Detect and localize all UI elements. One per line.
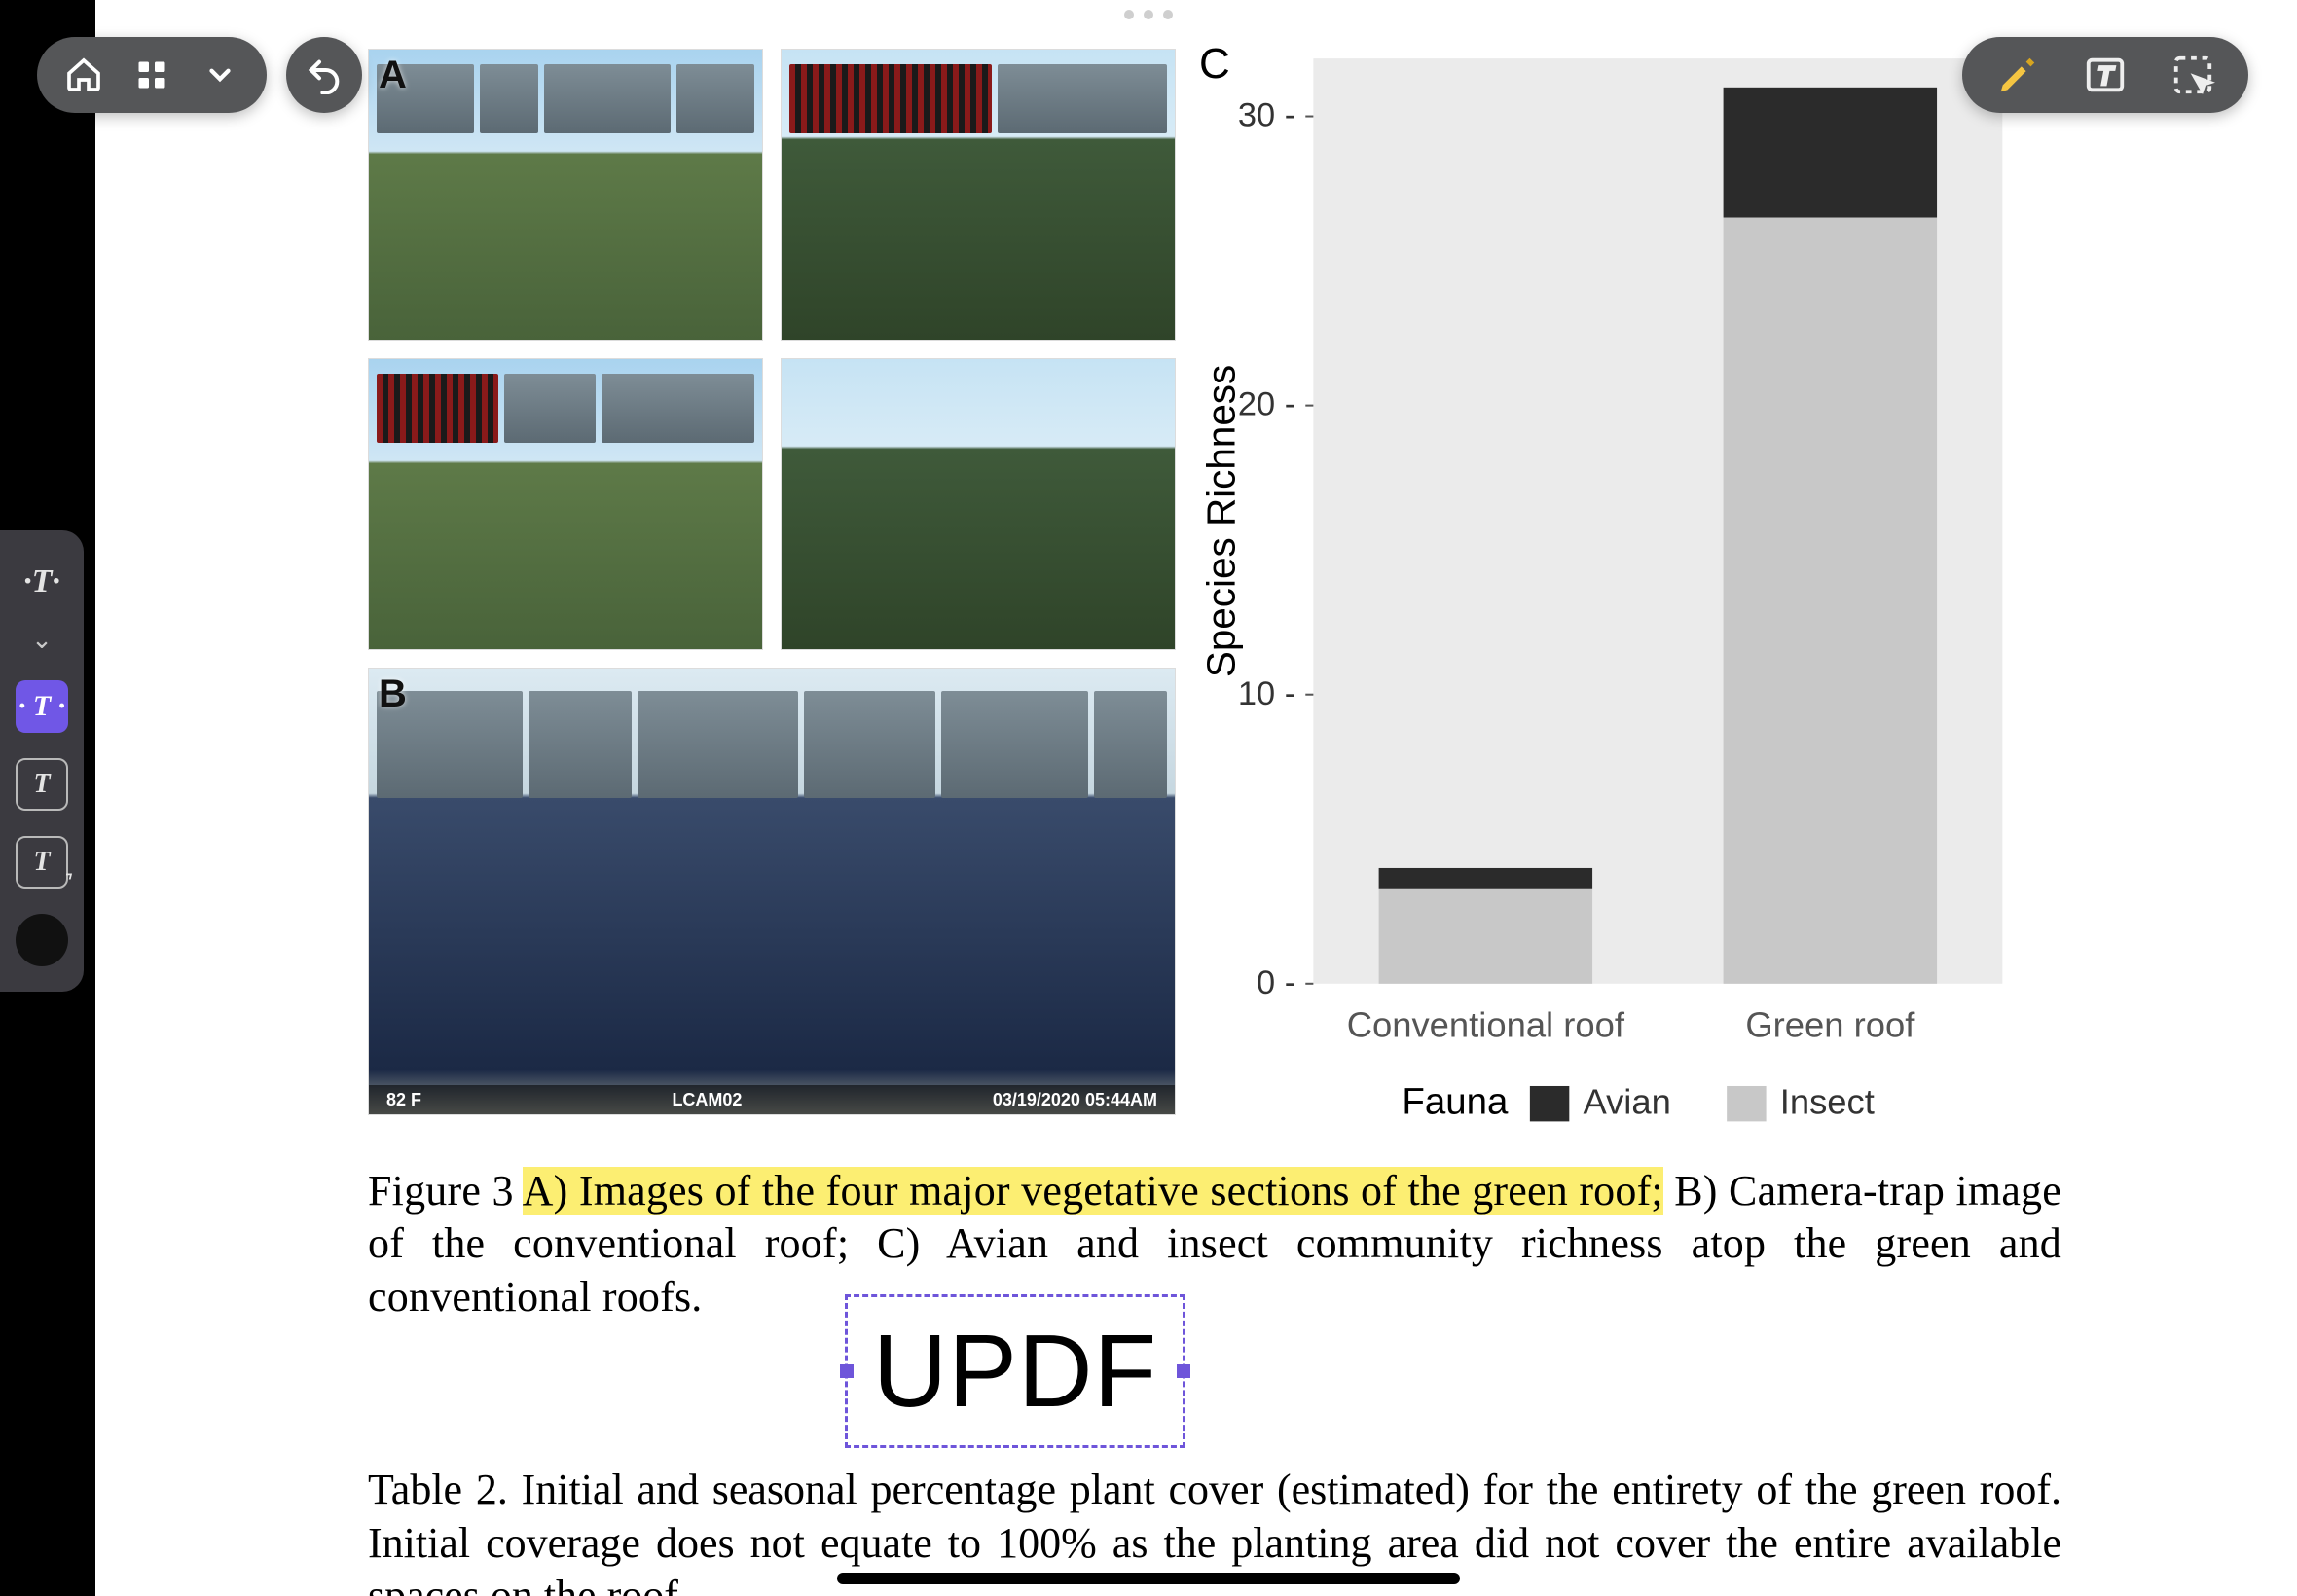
resize-handle-right[interactable]: [1177, 1364, 1190, 1378]
svg-text:T: T: [2097, 63, 2114, 91]
panel-c-label: C: [1199, 43, 1230, 86]
svg-text:Green roof: Green roof: [1745, 1004, 1915, 1044]
home-indicator: [837, 1573, 1460, 1584]
resize-handle-left[interactable]: [840, 1364, 854, 1378]
text-insert-icon[interactable]: T: [2083, 53, 2128, 97]
figure-caption: Figure 3 A) Images of the four major veg…: [368, 1165, 2061, 1324]
svg-text:20 -: 20 -: [1238, 386, 1295, 423]
chart-svg: 0 - 10 - 20 - 30 - Species Richness Conventio…: [1195, 49, 2061, 1132]
document-content: A B: [368, 49, 2061, 1596]
undo-icon: [305, 55, 344, 94]
svg-text:30 -: 30 -: [1238, 97, 1295, 134]
rail-expand-icon[interactable]: ⌄: [31, 626, 53, 655]
annotation-toolbar: T: [1962, 37, 2248, 113]
page-surface[interactable]: A B: [95, 0, 2297, 1596]
cam-temp: 82 F: [386, 1091, 421, 1108]
rail-text-box-tool[interactable]: T: [16, 758, 68, 811]
rail-text-style[interactable]: ·T·: [16, 556, 68, 608]
figure-a-photo-3: [368, 358, 763, 650]
svg-text:Species Richness: Species Richness: [1198, 365, 1243, 677]
text-box-value[interactable]: UPDF: [873, 1320, 1158, 1423]
panel-b-label: B: [379, 674, 407, 713]
highlighter-icon[interactable]: [1995, 53, 2040, 97]
svg-text:10 -: 10 -: [1238, 675, 1295, 712]
rail-text-tool-selected[interactable]: · T ·: [16, 680, 68, 733]
inserted-text-box[interactable]: UPDF: [845, 1294, 1185, 1448]
figure-c-chart: C 0 -10 -20 -30 -Species RichnessConvent…: [1195, 49, 2061, 1132]
svg-text:Fauna: Fauna: [1402, 1080, 1509, 1122]
camera-info-strip: 82 F LCAM02 03/19/2020 05:44AM: [369, 1085, 1175, 1114]
main-toolbar: [37, 37, 267, 113]
panel-a-label: A: [379, 55, 407, 94]
drag-handle[interactable]: [1114, 10, 1183, 21]
undo-button[interactable]: [286, 37, 362, 113]
figure-b-photo: B 82 F LCAM02 03/19/2020 05:44AM: [368, 668, 1176, 1115]
table-caption-lead: Table 2. Initial and seasonal percentage…: [368, 1466, 2061, 1567]
lasso-select-icon[interactable]: [2170, 53, 2215, 97]
svg-text:Conventional roof: Conventional roof: [1347, 1004, 1625, 1044]
figure-a-photo-4: [781, 358, 1176, 650]
svg-text:Insect: Insect: [1780, 1081, 1875, 1121]
rail-color-swatch[interactable]: [16, 914, 68, 966]
rail-text-sub-tool[interactable]: T ⌝: [16, 836, 68, 889]
cam-time: 03/19/2020 05:44AM: [993, 1091, 1157, 1108]
cam-id: LCAM02: [672, 1091, 742, 1108]
figure-a-photo-1: A: [368, 49, 763, 341]
figure-a-photo-2: [781, 49, 1176, 341]
svg-text:0 -: 0 -: [1257, 964, 1295, 1001]
table-caption-underlined: spaces on the roof.: [368, 1572, 689, 1596]
caption-lead: Figure 3: [368, 1167, 523, 1215]
home-icon[interactable]: [64, 55, 103, 94]
svg-text:Avian: Avian: [1583, 1081, 1670, 1121]
caption-highlight: A) Images of the four major vegetative s…: [523, 1167, 1663, 1215]
thumbnails-icon[interactable]: [132, 55, 171, 94]
text-tool-rail: ·T· ⌄ · T · T T ⌝: [0, 530, 84, 992]
chevron-down-icon[interactable]: [201, 55, 239, 94]
